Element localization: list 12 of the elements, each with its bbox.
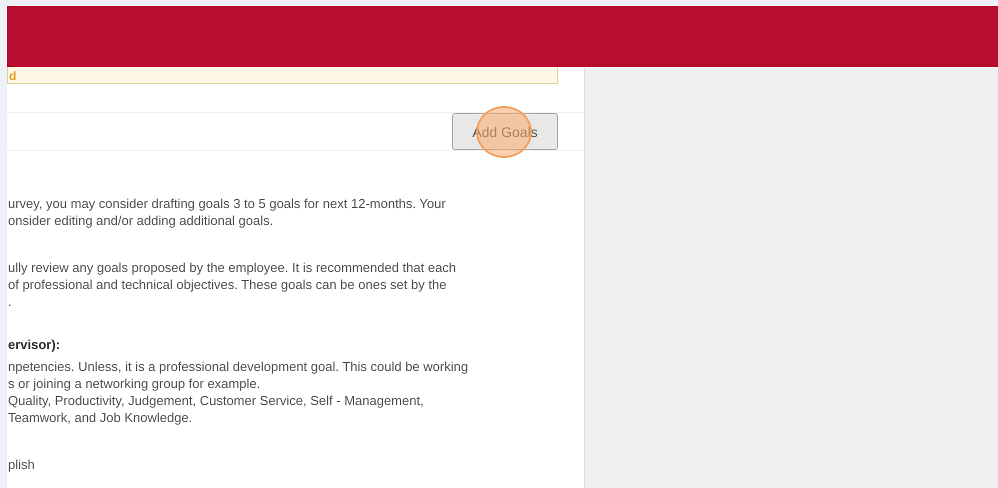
text-line: .	[8, 293, 12, 310]
section-heading: ervisor):	[8, 336, 60, 353]
text-line: s or joining a networking group for example.	[8, 375, 260, 392]
text-line: urvey, you may consider drafting goals 3 to 5 goals for next 12-months. Your	[8, 195, 446, 212]
text-line: of professional and technical objectives. These goals can be ones set by the	[8, 276, 446, 293]
text-line: plish	[8, 456, 35, 473]
text-line: npetencies. Unless, it is a professional development goal. This could be working	[8, 358, 468, 375]
text-line: Quality, Productivity, Judgement, Customer Service, Self - Management,	[8, 392, 424, 409]
text-line: ully review any goals proposed by the employee. It is recommended that each	[8, 259, 456, 276]
text-line: onsider editing and/or adding additional goals.	[8, 212, 274, 229]
text-line: Teamwork, and Job Knowledge.	[8, 409, 192, 426]
alert-text: d	[9, 69, 16, 83]
